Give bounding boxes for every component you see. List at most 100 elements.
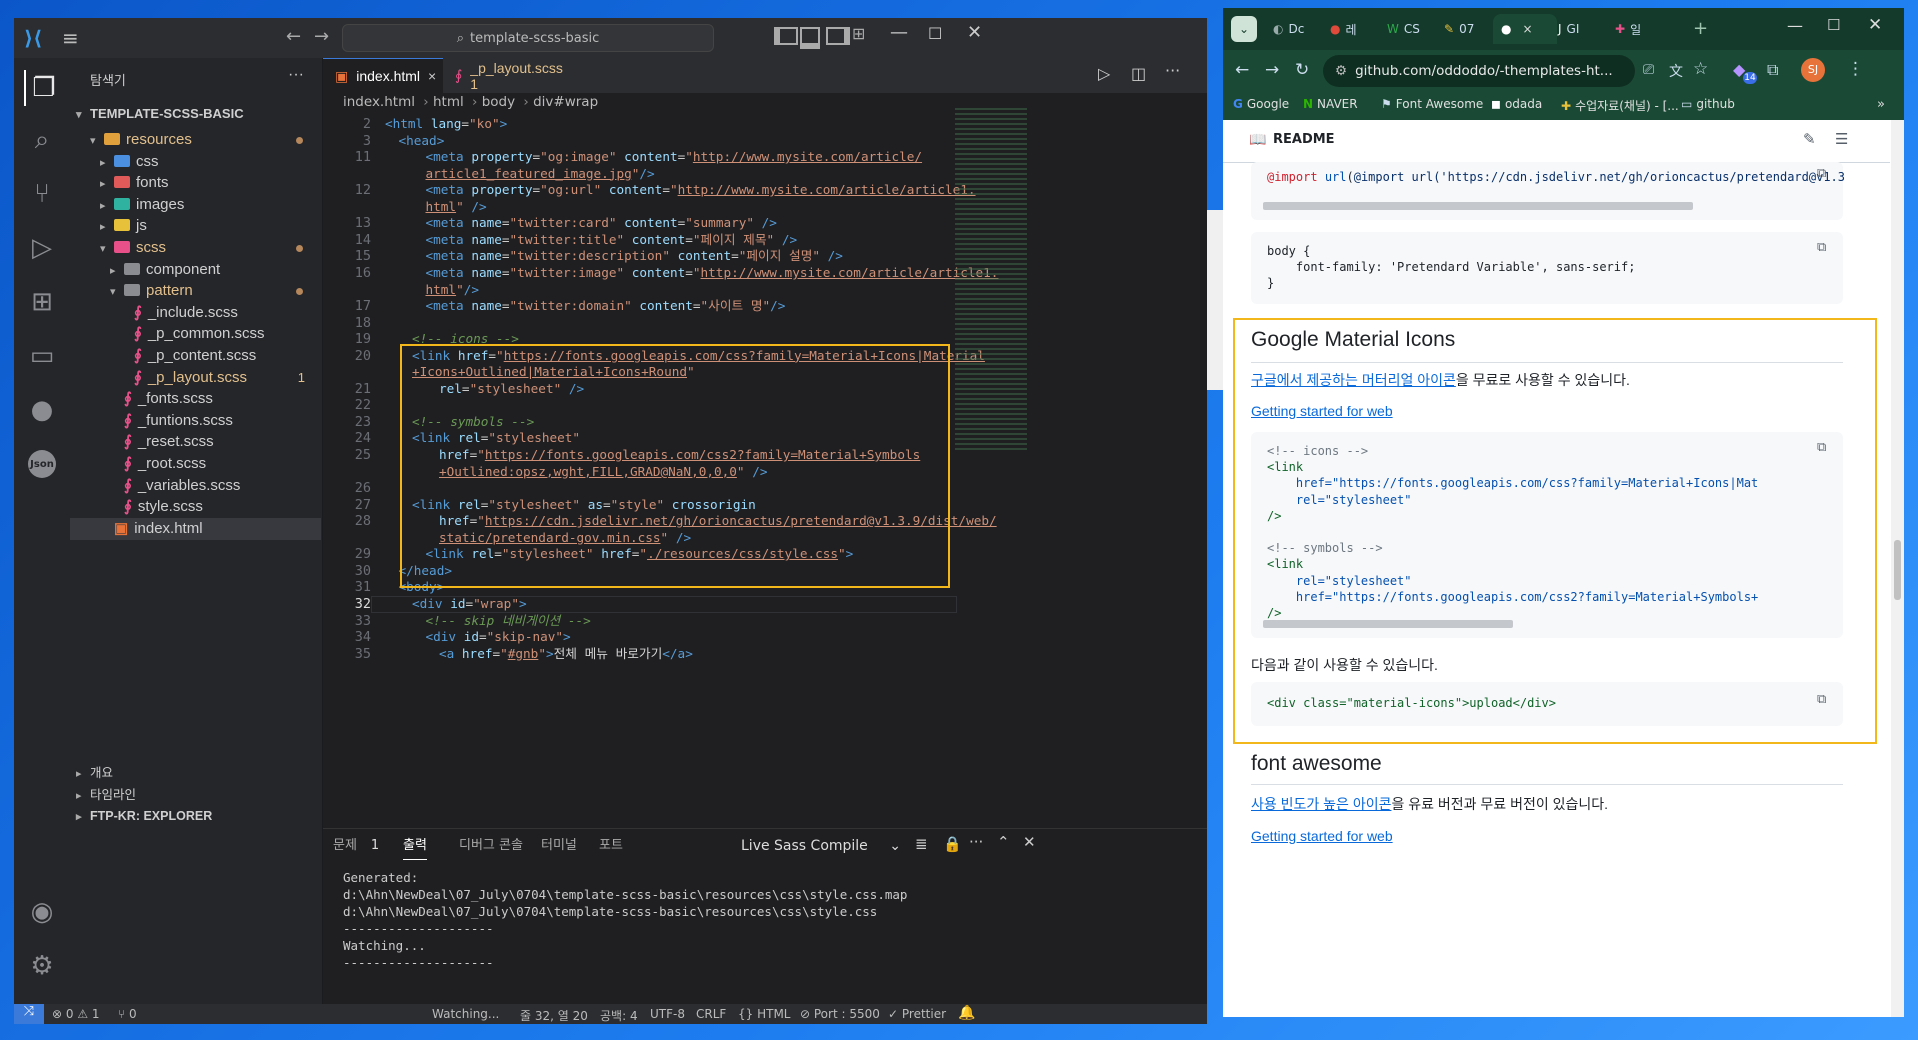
tree-item-component[interactable]: ▸ component <box>70 259 321 281</box>
getting-started-link-2[interactable]: Getting started for web <box>1251 828 1393 844</box>
maximize-button[interactable]: ☐ <box>928 24 942 43</box>
panel-tab-4[interactable]: 포트 <box>599 835 623 859</box>
bookmark-2[interactable]: ⚑ Font Awesome <box>1381 97 1483 111</box>
edit-pencil-icon[interactable]: ✎ <box>1803 130 1816 148</box>
remote-indicator-icon[interactable]: ⤨ <box>14 1004 44 1024</box>
close-panel-icon[interactable]: ✕ <box>1023 833 1036 851</box>
install-app-icon[interactable]: ⎚ <box>1643 62 1654 78</box>
manage-gear-icon[interactable]: ⚙ <box>24 948 60 984</box>
outline-list-icon[interactable]: ☰ <box>1835 130 1848 148</box>
breadcrumb-item-2[interactable]: body <box>482 94 515 110</box>
minimap[interactable] <box>955 108 1027 452</box>
panel-more-icon[interactable]: ··· <box>969 833 983 851</box>
live-server-port[interactable]: ⊘ Port : 5500 <box>800 1007 880 1021</box>
tree-item-pattern[interactable]: ▾ pattern <box>70 280 321 302</box>
breadcrumb-item-0[interactable]: index.html <box>343 94 415 110</box>
tree-item-variables-scss[interactable]: ∮ _variables.scss <box>70 475 321 497</box>
extensions-icon[interactable]: ⊞ <box>24 284 60 320</box>
editor-tab-1[interactable]: ∮ _p_layout.scss 1 <box>443 58 569 93</box>
chrome-maximize-button[interactable]: ☐ <box>1827 16 1840 34</box>
bookmark-3[interactable]: ◼ odada <box>1491 97 1542 111</box>
tree-item-root-scss[interactable]: ∮ _root.scss <box>70 453 321 475</box>
copy-icon[interactable]: ⧉ <box>1817 240 1826 255</box>
tree-item-index-html[interactable]: ▣ index.html <box>70 517 321 540</box>
output-log[interactable]: Generated: d:\Ahn\NewDeal\07_July\0704\te… <box>343 869 907 971</box>
new-tab-button[interactable]: + <box>1693 18 1708 39</box>
browser-tab-2[interactable]: W CS <box>1379 14 1433 44</box>
toggle-secondary-sidebar-icon[interactable] <box>826 27 850 45</box>
bookmark-4[interactable]: ✚ 수업자료(채널) - [... <box>1561 97 1679 114</box>
json-icon[interactable]: Json <box>24 446 60 482</box>
horizontal-scrollbar[interactable] <box>1263 620 1513 628</box>
hamburger-menu-icon[interactable]: ≡ <box>62 26 79 50</box>
chrome-menu-icon[interactable]: ⋮ <box>1847 59 1864 79</box>
explorer-more-icon[interactable]: ··· <box>288 66 304 84</box>
panel-tab-3[interactable]: 터미널 <box>541 835 577 859</box>
close-tab-icon[interactable]: × <box>1522 22 1532 36</box>
tree-item-images[interactable]: ▸ images <box>70 194 321 216</box>
back-arrow-icon[interactable]: ← <box>286 26 301 47</box>
browser-tab-1[interactable]: ● 레 <box>1322 14 1376 44</box>
output-channel-select[interactable]: Live Sass Compile ⌄ <box>735 833 907 859</box>
tree-item-p-content-scss[interactable]: ∮ _p_content.scss <box>70 345 321 367</box>
browser-tab-6[interactable]: ✚ 일 <box>1607 14 1661 44</box>
breadcrumb-item-1[interactable]: html <box>433 94 464 110</box>
encoding[interactable]: UTF-8 <box>650 1007 685 1021</box>
source-control-icon[interactable]: ⑂ <box>24 176 60 212</box>
command-search-box[interactable]: ⌕ template-scss-basic <box>342 24 714 52</box>
panel-tab-0[interactable]: 문제 1 <box>333 835 379 859</box>
font-awesome-link[interactable]: 사용 빈도가 높은 아이콘 <box>1251 796 1391 812</box>
tree-item-funtions-scss[interactable]: ∮ _funtions.scss <box>70 410 321 432</box>
browser-tab-5[interactable]: J GI <box>1550 14 1604 44</box>
copy-icon[interactable]: ⧉ <box>1817 692 1826 707</box>
profile-avatar[interactable]: SJ <box>1801 58 1825 82</box>
customize-layout-icon[interactable]: ⊞ <box>852 24 865 43</box>
maximize-panel-icon[interactable]: ⌃ <box>997 833 1010 851</box>
editor-tab-0[interactable]: ▣ index.html × <box>323 58 443 93</box>
panel-tab-1[interactable]: 출력 <box>403 835 427 860</box>
translate-icon[interactable]: 文 <box>1669 61 1683 81</box>
minimize-button[interactable]: — <box>890 22 908 43</box>
breadcrumb-item-3[interactable]: div#wrap <box>533 94 598 110</box>
line-endings[interactable]: CRLF <box>696 1007 726 1021</box>
sass-watching-status[interactable]: Watching... <box>432 1007 499 1021</box>
bookmark-5[interactable]: ▭ github <box>1681 97 1735 111</box>
search-icon[interactable]: ⌕ <box>24 122 60 158</box>
explorer-section-2[interactable]: ▸ FTP-KR: EXPLORER <box>76 805 212 827</box>
tree-item-fonts-scss[interactable]: ∮ _fonts.scss <box>70 388 321 410</box>
browser-tab-3[interactable]: ✎ 07 <box>1436 14 1490 44</box>
editor-more-icon[interactable]: ··· <box>1165 61 1180 80</box>
bookmark-star-icon[interactable]: ☆ <box>1693 59 1708 79</box>
tree-item-p-common-scss[interactable]: ∮ _p_common.scss <box>70 323 321 345</box>
clear-output-icon[interactable]: ≣ <box>915 835 928 853</box>
bookmark-0[interactable]: G Google <box>1233 97 1289 111</box>
address-bar[interactable]: ⚙ github.com/oddoddo/-themplates-ht... <box>1323 55 1635 87</box>
run-debug-icon[interactable]: ▷ <box>24 230 60 266</box>
extensions-puzzle-icon[interactable]: ⧉ <box>1767 60 1778 80</box>
forward-arrow-icon[interactable]: → <box>1265 60 1279 80</box>
run-icon[interactable]: ▷ <box>1098 64 1110 83</box>
prettier-status[interactable]: ✓ Prettier <box>888 1007 946 1021</box>
chrome-close-button[interactable]: ✕ <box>1868 15 1882 35</box>
lock-scroll-icon[interactable]: 🔒 <box>943 835 962 853</box>
github-icon[interactable]: ● <box>24 392 60 428</box>
account-icon[interactable]: ◉ <box>24 894 60 930</box>
remote-explorer-icon[interactable]: ▭ <box>24 338 60 374</box>
chrome-minimize-button[interactable]: — <box>1787 16 1803 35</box>
explorer-icon[interactable]: ❐ <box>24 70 62 106</box>
cursor-position[interactable]: 줄 32, 열 20 <box>520 1007 588 1024</box>
panel-tab-2[interactable]: 디버그 콘솔 <box>459 835 523 859</box>
indentation[interactable]: 공백: 4 <box>600 1007 638 1024</box>
tree-item-css[interactable]: ▸ css <box>70 151 321 173</box>
explorer-section-0[interactable]: ▸ 개요 <box>76 762 113 784</box>
toggle-sidebar-icon[interactable] <box>774 27 798 45</box>
notifications-bell-icon[interactable]: 🔔 <box>958 1005 975 1021</box>
more-bookmarks-icon[interactable]: » <box>1877 97 1885 112</box>
problems-count[interactable]: ⊗ 0 ⚠ 1 <box>52 1007 100 1021</box>
copy-icon[interactable]: ⧉ <box>1817 166 1826 181</box>
page-scrollbar[interactable] <box>1891 120 1904 1017</box>
reload-icon[interactable]: ↻ <box>1295 60 1309 80</box>
back-arrow-icon[interactable]: ← <box>1235 60 1249 80</box>
forward-arrow-icon[interactable]: → <box>314 26 329 47</box>
toggle-panel-icon[interactable] <box>800 27 820 49</box>
